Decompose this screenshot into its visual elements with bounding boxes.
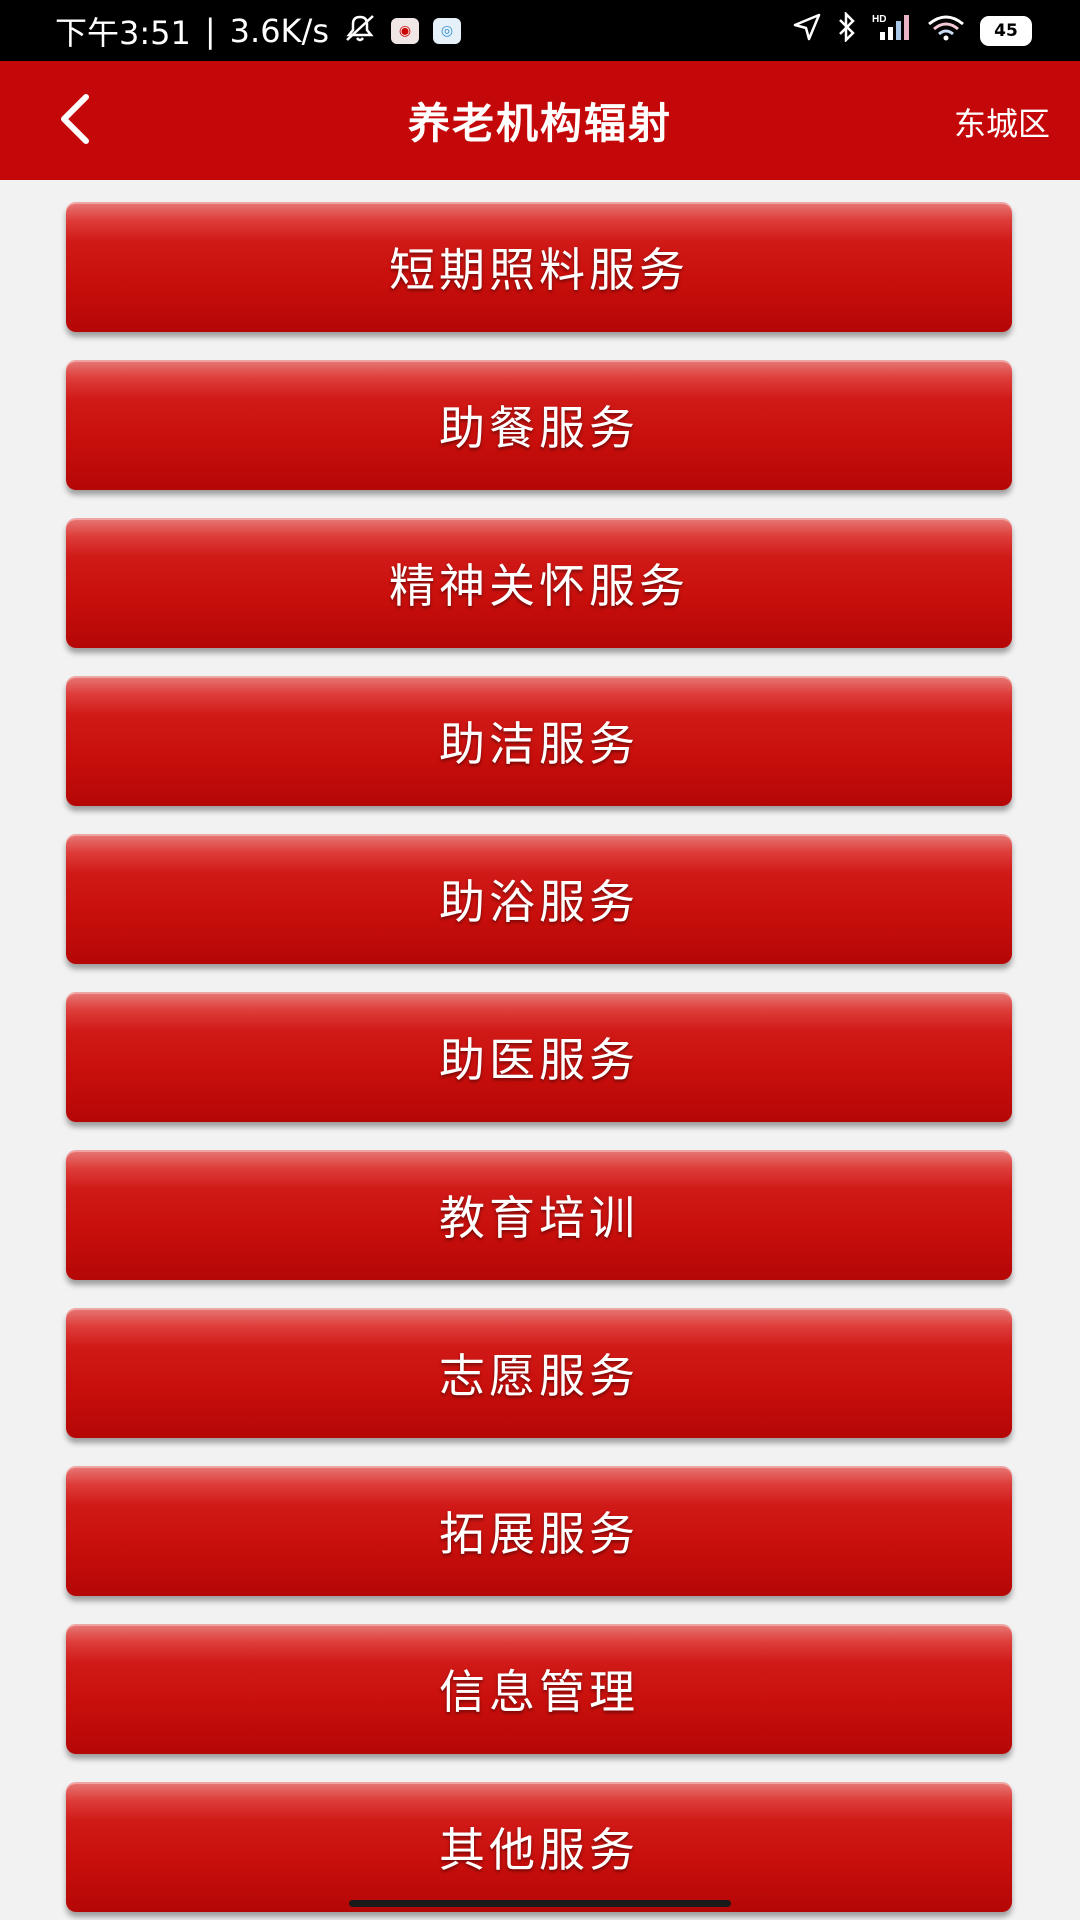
extended-button[interactable]: 拓展服务 [66, 1466, 1012, 1596]
status-left: 下午3:51 | 3.6K/s ◉ ◎ [55, 8, 461, 54]
svg-text:HD: HD [872, 14, 886, 25]
clock: 下午3:51 [55, 13, 191, 52]
other-button[interactable]: 其他服务 [66, 1782, 1012, 1912]
network-speed: 3.6K/s [229, 11, 329, 50]
chevron-left-icon [61, 94, 89, 144]
mute-icon [343, 13, 377, 49]
location-icon [792, 12, 822, 50]
meal-assist-button[interactable]: 助餐服务 [66, 360, 1012, 490]
region-selector[interactable]: 东城区 [954, 99, 1050, 145]
status-bar: 下午3:51 | 3.6K/s ◉ ◎ HD 45 [0, 0, 1080, 61]
short-term-care-button[interactable]: 短期照料服务 [66, 202, 1012, 332]
page-title: 养老机构辐射 [407, 99, 672, 148]
status-right: HD 45 [792, 10, 1032, 50]
info-management-button[interactable]: 信息管理 [66, 1624, 1012, 1754]
medical-assist-button[interactable]: 助医服务 [66, 992, 1012, 1122]
education-training-button[interactable]: 教育培训 [66, 1150, 1012, 1280]
wifi-icon [926, 12, 966, 50]
battery-icon: 45 [980, 15, 1032, 46]
volunteer-button[interactable]: 志愿服务 [66, 1308, 1012, 1438]
bathing-assist-button[interactable]: 助浴服务 [66, 834, 1012, 964]
divider: | [204, 11, 216, 50]
home-indicator[interactable] [349, 1900, 731, 1907]
cleaning-assist-button[interactable]: 助洁服务 [66, 676, 1012, 806]
app-notification-icon: ◉ [390, 17, 419, 44]
top-app-bar: 养老机构辐射 东城区 [0, 61, 1080, 180]
back-button[interactable] [44, 89, 104, 149]
signal-icon: HD [872, 12, 912, 50]
app-notification-icon: ◎ [432, 17, 461, 44]
mental-care-button[interactable]: 精神关怀服务 [66, 518, 1012, 648]
bluetooth-icon [836, 10, 858, 50]
